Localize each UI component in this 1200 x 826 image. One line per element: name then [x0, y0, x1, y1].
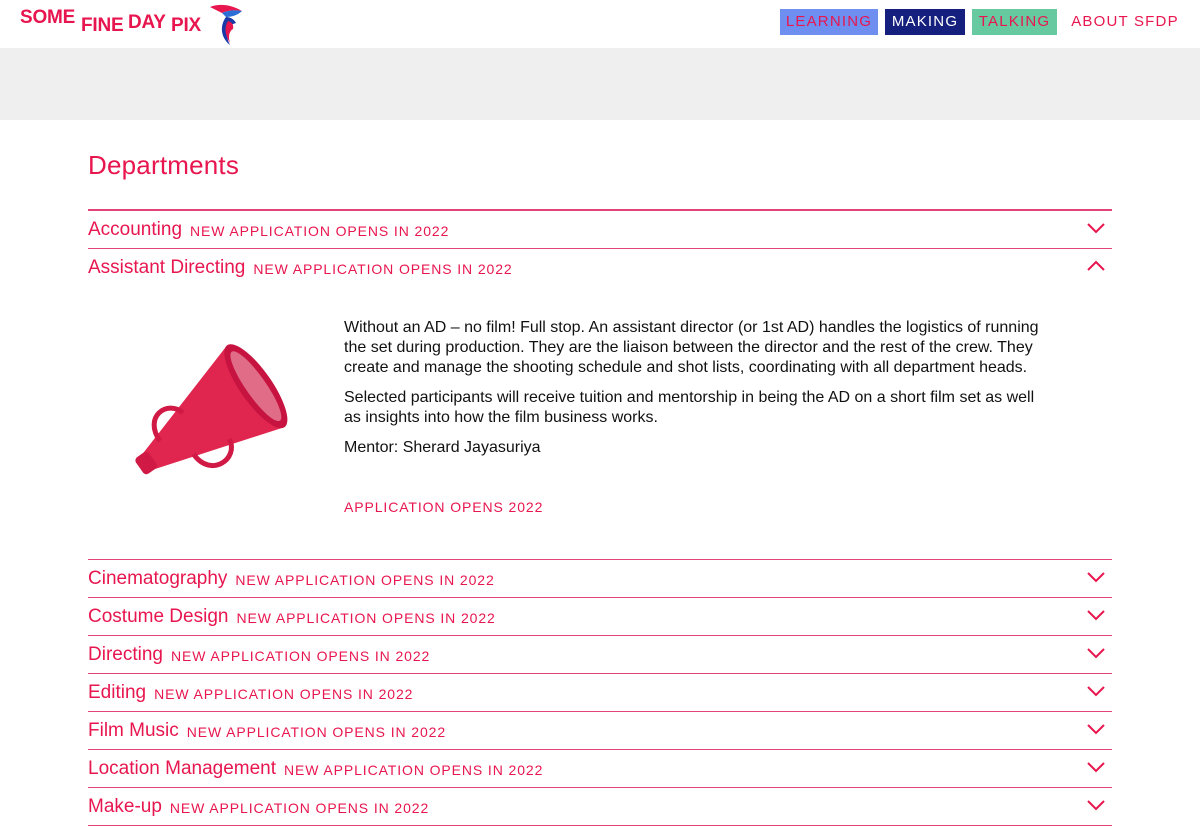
accordion-header[interactable]: Editing NEW APPLICATION OPENS IN 2022: [88, 674, 1112, 711]
accordion-item: Costume Design NEW APPLICATION OPENS IN 2…: [88, 598, 1112, 636]
departments-accordion: Accounting NEW APPLICATION OPENS IN 2022 A…: [88, 209, 1112, 826]
chevron-down-icon[interactable]: [1086, 645, 1106, 661]
description-paragraph: Without an AD – no film! Full stop. An a…: [344, 319, 1039, 376]
department-name: Costume Design: [88, 605, 229, 627]
chevron-down-icon[interactable]: [1086, 721, 1106, 737]
chevron-down-icon[interactable]: [1086, 759, 1106, 775]
chevron-down-icon[interactable]: [1086, 220, 1106, 236]
accordion-header[interactable]: Film Music NEW APPLICATION OPENS IN 2022: [88, 712, 1112, 749]
application-status: NEW APPLICATION OPENS IN 2022: [170, 648, 431, 664]
chevron-down-icon[interactable]: [1086, 569, 1106, 585]
site-header: SOME FINE DAY PIX LEARNING MAKING TALKING A…: [0, 0, 1200, 48]
accordion-header[interactable]: Assistant Directing NEW APPLICATION OPENS…: [88, 249, 1112, 286]
application-status: NEW APPLICATION OPENS IN 2022: [235, 572, 495, 588]
application-link[interactable]: APPLICATION OPENS 2022: [344, 499, 543, 515]
accordion-item: Location Management NEW APPLICATION OPENS…: [88, 750, 1112, 788]
accordion-item: Accounting NEW APPLICATION OPENS IN 2022: [88, 211, 1112, 249]
accordion-header[interactable]: Costume Design NEW APPLICATION OPENS IN 2…: [88, 598, 1112, 635]
accordion-item: Assistant Directing NEW APPLICATION OPENS…: [88, 249, 1112, 560]
application-status: NEW APPLICATION OPENS IN 2022: [190, 223, 450, 239]
nav-talking[interactable]: TALKING: [972, 9, 1057, 35]
application-status: NEW APPLICATION OPENS IN 2022: [236, 610, 496, 626]
application-status: NEW APPLICATION OPENS IN 2022: [186, 724, 447, 740]
accordion-header[interactable]: Cinematography NEW APPLICATION OPENS IN 2…: [88, 560, 1112, 597]
department-name: Cinematography: [88, 567, 228, 589]
chevron-down-icon[interactable]: [1086, 607, 1106, 623]
accordion-item: Make-up NEW APPLICATION OPENS IN 2022: [88, 788, 1112, 826]
chevron-up-icon[interactable]: [1086, 258, 1106, 274]
accordion-header[interactable]: Location Management NEW APPLICATION OPENS…: [88, 750, 1112, 787]
grey-banner: [0, 48, 1200, 120]
nav-making[interactable]: MAKING: [885, 9, 965, 35]
department-description: Without an AD – no film! Full stop. An a…: [344, 318, 1044, 468]
accordion-body: Without an AD – no film! Full stop. An a…: [88, 286, 1112, 559]
application-status: NEW APPLICATION OPENS IN 2022: [154, 686, 414, 702]
department-name: Film Music: [88, 719, 179, 741]
department-name: Editing: [88, 681, 147, 703]
page-title: Departments: [88, 150, 240, 180]
department-name: Directing: [88, 643, 163, 665]
description-paragraph: Mentor: Sherard Jayasuriya: [344, 439, 541, 456]
chevron-down-icon[interactable]: [1086, 797, 1106, 813]
chevron-down-icon[interactable]: [1086, 683, 1106, 699]
accordion-item: Cinematography NEW APPLICATION OPENS IN 2…: [88, 560, 1112, 598]
department-name: Assistant Directing: [88, 256, 246, 278]
accordion-header[interactable]: Accounting NEW APPLICATION OPENS IN 2022: [88, 211, 1112, 248]
accordion-item: Directing NEW APPLICATION OPENS IN 2022: [88, 636, 1112, 674]
department-name: Accounting: [88, 218, 183, 240]
nav-learning[interactable]: LEARNING: [780, 9, 878, 35]
department-name: Make-up: [88, 795, 162, 817]
department-name: Location Management: [88, 757, 277, 779]
accordion-header[interactable]: Directing NEW APPLICATION OPENS IN 2022: [88, 636, 1112, 673]
accordion-header[interactable]: Make-up NEW APPLICATION OPENS IN 2022: [88, 788, 1112, 825]
description-paragraph: Selected participants will receive tuiti…: [344, 389, 1035, 426]
main-nav: LEARNING MAKING TALKING ABOUT SFDP: [0, 9, 1200, 35]
application-status: NEW APPLICATION OPENS IN 2022: [169, 800, 430, 816]
accordion-item: Editing NEW APPLICATION OPENS IN 2022: [88, 674, 1112, 712]
application-status: NEW APPLICATION OPENS IN 2022: [253, 261, 513, 277]
nav-about-sfdp[interactable]: ABOUT SFDP: [1066, 9, 1184, 35]
megaphone-icon: [135, 344, 288, 475]
accordion-item: Film Music NEW APPLICATION OPENS IN 2022: [88, 712, 1112, 750]
application-status: NEW APPLICATION OPENS IN 2022: [284, 762, 544, 778]
